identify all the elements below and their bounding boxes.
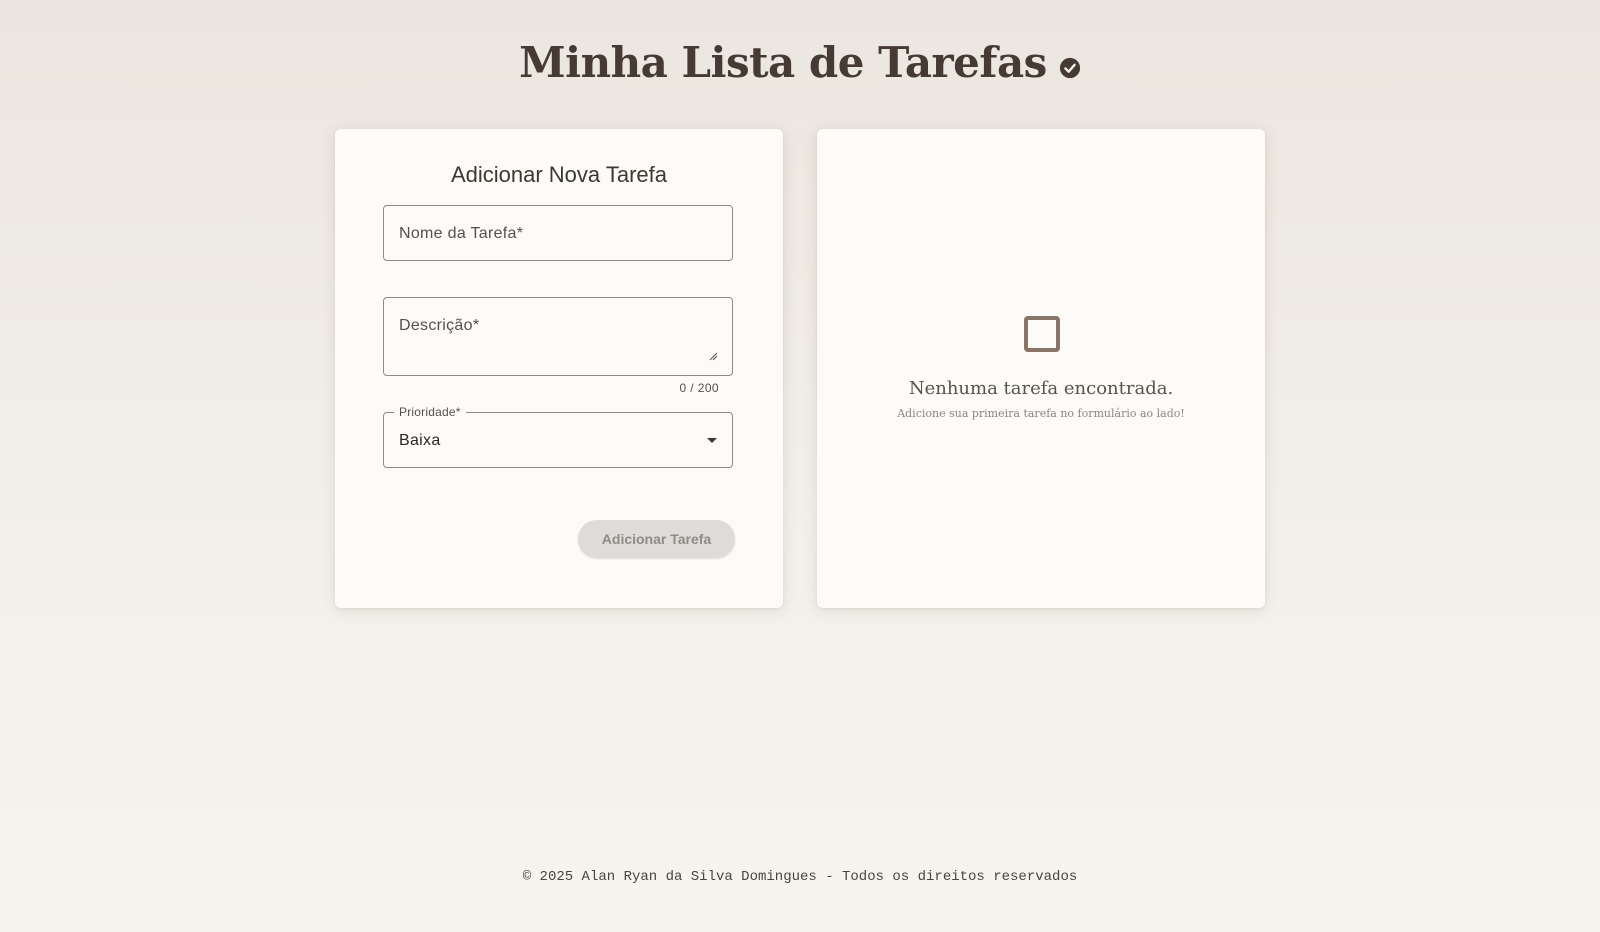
task-description-placeholder: Descrição*	[399, 317, 480, 334]
task-name-input[interactable]: Nome da Tarefa*	[383, 205, 733, 261]
priority-select[interactable]: Prioridade* Baixa	[383, 405, 733, 468]
check-circle-icon	[1059, 57, 1080, 78]
form-title: Adicionar Nova Tarefa	[450, 162, 668, 187]
page-title: Minha Lista de Tarefas	[519, 38, 1047, 87]
priority-label: Prioridade*	[394, 405, 466, 419]
footer-copyright: © 2025 Alan Ryan da Silva Domingues - To…	[522, 869, 1078, 885]
add-task-card: Adicionar Nova Tarefa Nome da Tarefa* De…	[335, 129, 783, 608]
resize-handle-icon[interactable]	[709, 352, 718, 361]
task-name-placeholder: Nome da Tarefa*	[399, 225, 524, 242]
dropdown-arrow-icon	[707, 438, 717, 443]
empty-state-title: Nenhuma tarefa encontrada.	[908, 378, 1174, 399]
empty-checkbox-icon	[1024, 316, 1060, 352]
add-task-button[interactable]: Adicionar Tarefa	[578, 520, 735, 558]
priority-value: Baixa	[399, 432, 441, 449]
task-description-textarea[interactable]: Descrição*	[383, 297, 733, 376]
empty-state-subtitle: Adicione sua primeira tarefa no formulár…	[897, 407, 1185, 420]
task-list-card: Nenhuma tarefa encontrada. Adicione sua …	[817, 129, 1265, 608]
page-header: Minha Lista de Tarefas	[0, 38, 1600, 87]
description-char-counter: 0 / 200	[679, 381, 719, 395]
